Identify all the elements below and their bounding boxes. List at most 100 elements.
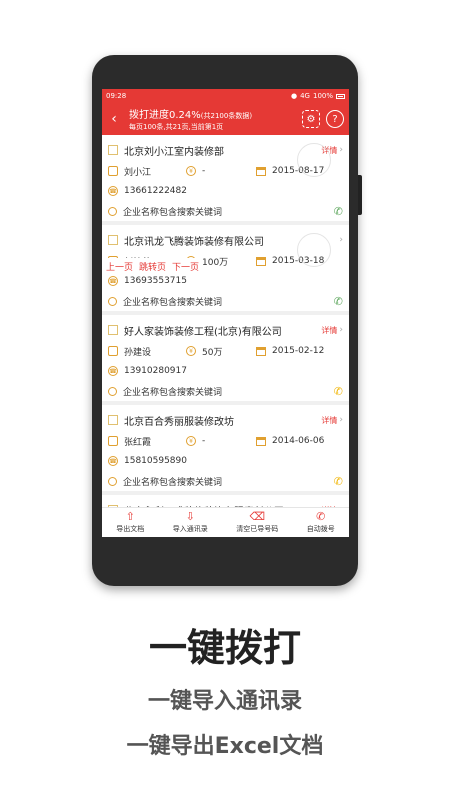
keyword-match: 企业名称包含搜索关键词 [123, 297, 223, 308]
date-field: 2015-02-12 [256, 346, 324, 356]
app-header: ‹ 拨打进度0.24%(共2100条数据) 每页100条,共21页,当前第1页 … [102, 103, 349, 135]
search-icon [108, 206, 117, 216]
chevron-right-icon: › [339, 145, 343, 155]
company-list: 北京刘小江室内装修部 详情 › 刘小江 ¥ - 2015-08-17 ☎ 13661… [102, 135, 349, 525]
person-icon [108, 436, 118, 446]
dial-progress: 拨打进度0.24% [129, 110, 201, 121]
call-icon[interactable]: ✆ [334, 205, 343, 218]
registered-capital: - [202, 436, 206, 446]
building-icon [108, 145, 118, 155]
call-icon[interactable]: ✆ [334, 385, 343, 398]
battery-level: 100% [312, 92, 333, 100]
card-title-row: 北京百合秀丽服装修改坊 详情 › [108, 409, 343, 431]
network-type: 4G [300, 92, 310, 100]
coin-icon: ¥ [186, 346, 196, 356]
card-info-row: 张红霞 ¥ - 2014-06-06 [108, 431, 343, 451]
register-date: 2014-06-06 [272, 436, 325, 446]
progress-note: (共2100条数据) [200, 112, 253, 120]
status-bar: 09:28 ● 4G 100% [102, 89, 349, 103]
card-title-row: 好人家装饰装修工程(北京)有限公司 详情 › [108, 319, 343, 341]
card-phone-row: ☎ 13910280917 [108, 361, 343, 381]
card-phone-row: ☎ 15810595890 [108, 451, 343, 471]
help-icon[interactable]: ? [326, 110, 344, 128]
status-time: 09:28 [106, 92, 127, 100]
detail-link[interactable]: 详情 [321, 415, 337, 426]
search-icon [108, 386, 117, 396]
export-doc-label: 导出文档 [116, 525, 145, 533]
capital-field: ¥50万 [186, 345, 256, 358]
capital-field: ¥ - [186, 436, 256, 446]
keyword-match: 企业名称包含搜索关键词 [123, 477, 223, 488]
card-phone-row: ☎ 13661222482 [108, 181, 343, 201]
keyword-match: 企业名称包含搜索关键词 [123, 387, 223, 398]
headline-caption: 一键拨打 [148, 626, 301, 670]
status-indicators: ● 4G 100% [291, 92, 345, 100]
phone-number: 13661222482 [124, 186, 187, 196]
auto-dial-button[interactable]: ✆ 自动拨号 [307, 511, 335, 534]
coin-icon: ¥ [186, 166, 196, 176]
chevron-right-icon: › [339, 415, 343, 425]
card-keyword-row: 企业名称包含搜索关键词 ✆ [108, 201, 343, 221]
download-icon: ⇩ [185, 510, 195, 523]
progress-line: 拨打进度0.24%(共2100条数据) [129, 106, 296, 121]
company-name: 好人家装饰装修工程(北京)有限公司 [124, 326, 282, 338]
coin-icon: ¥ [186, 436, 196, 446]
list-item[interactable]: 北京刘小江室内装修部 详情 › 刘小江 ¥ - 2015-08-17 ☎ 13661… [102, 135, 349, 225]
pager: 上一页 跳转页 下一页 [102, 258, 204, 275]
contact-name: 张红霞 [124, 437, 152, 448]
phone-number: 15810595890 [124, 456, 187, 466]
jump-page-button[interactable]: 跳转页 [139, 260, 166, 273]
date-field: 2014-06-06 [256, 436, 324, 446]
calendar-icon [256, 166, 266, 176]
building-icon [108, 415, 118, 425]
battery-icon [336, 93, 345, 99]
call-icon[interactable]: ✆ [334, 475, 343, 488]
search-icon [108, 296, 117, 306]
prev-page-button[interactable]: 上一页 [106, 260, 133, 273]
calendar-icon [256, 346, 266, 356]
header-text: 拨打进度0.24%(共2100条数据) 每页100条,共21页,当前第1页 [129, 106, 296, 132]
card-info-row: 孙建设 ¥50万 2015-02-12 [108, 341, 343, 361]
phone-icon: ☎ [108, 366, 118, 376]
capital-field: ¥ - [186, 166, 256, 176]
phone-icon: ☎ [108, 456, 118, 466]
next-page-button[interactable]: 下一页 [172, 260, 199, 273]
phone-number: 13910280917 [124, 366, 187, 376]
person-icon [108, 166, 118, 176]
trash-icon: ⌫ [249, 510, 266, 523]
dialed-stamp-icon [297, 143, 331, 177]
phone-side-button [358, 175, 362, 215]
import-contacts-button[interactable]: ⇩ 导入通讯录 [173, 511, 208, 534]
contact-field: 刘小江 [108, 165, 186, 178]
subline-caption-import: 一键导入通讯录 [147, 689, 302, 714]
list-item[interactable]: 好人家装饰装修工程(北京)有限公司 详情 › 孙建设 ¥50万 2015-02-1… [102, 315, 349, 405]
dialed-stamp-icon [297, 233, 331, 267]
registered-capital: 50万 [202, 347, 223, 358]
call-icon[interactable]: ✆ [334, 295, 343, 308]
company-name: 北京百合秀丽服装修改坊 [124, 416, 234, 428]
back-arrow-icon[interactable]: ‹ [107, 112, 121, 126]
contact-field: 孙建设 [108, 345, 186, 358]
gear-icon[interactable]: ⚙ [302, 110, 320, 128]
detail-link[interactable]: 详情 [321, 325, 337, 336]
contact-name: 刘小江 [124, 167, 152, 178]
chevron-right-icon[interactable]: › [339, 235, 343, 245]
chevron-right-icon: › [339, 325, 343, 335]
export-doc-button[interactable]: ⇧ 导出文档 [116, 511, 144, 534]
calendar-icon [256, 436, 266, 446]
phone-icon: ☎ [108, 276, 118, 286]
clear-imported-button[interactable]: ⌫ 清空已导号码 [236, 511, 278, 534]
page-info: 每页100条,共21页,当前第1页 [129, 123, 224, 131]
card-keyword-row: 企业名称包含搜索关键词 ✆ [108, 471, 343, 491]
calendar-icon [256, 256, 266, 266]
list-item[interactable]: 北京百合秀丽服装修改坊 详情 › 张红霞 ¥ - 2014-06-06 ☎ 1581… [102, 405, 349, 495]
building-icon [108, 325, 118, 335]
card-keyword-row: 企业名称包含搜索关键词 ✆ [108, 381, 343, 401]
auto-dial-icon: ✆ [316, 510, 326, 523]
phone-screen: 09:28 ● 4G 100% ‹ 拨打进度0.24%(共2100条数据) 每页… [102, 89, 349, 537]
registered-capital: 100万 [202, 257, 229, 268]
contact-field: 张红霞 [108, 435, 186, 448]
phone-number: 13693553715 [124, 276, 187, 286]
registered-capital: - [202, 166, 206, 176]
clear-imported-label: 清空已导号码 [236, 525, 279, 533]
